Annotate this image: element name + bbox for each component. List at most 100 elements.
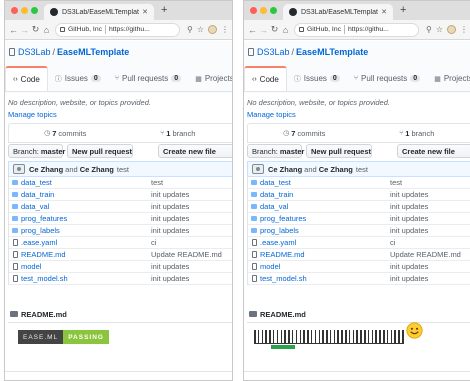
repo-name-link[interactable]: EaseMLTemplate bbox=[57, 47, 129, 57]
file-name-link[interactable]: README.md bbox=[260, 250, 390, 259]
file-name-link[interactable]: .ease.yaml bbox=[21, 238, 151, 247]
table-row[interactable]: README.md Update README.md bbox=[9, 249, 232, 261]
new-pull-request-button[interactable]: New pull request bbox=[67, 144, 133, 158]
close-window-button[interactable] bbox=[11, 7, 18, 14]
file-name-link[interactable]: .ease.yaml bbox=[260, 238, 390, 247]
table-row[interactable]: test_model.sh init updates bbox=[248, 273, 470, 285]
new-tab-button[interactable]: + bbox=[161, 4, 167, 16]
tab-code[interactable]: ‹› Code bbox=[5, 66, 48, 91]
commit-author[interactable]: Ce Zhang bbox=[29, 165, 63, 174]
file-commit-message[interactable]: init updates bbox=[390, 262, 470, 271]
file-commit-message[interactable]: test bbox=[151, 178, 232, 187]
tab-close-icon[interactable]: ✕ bbox=[142, 8, 148, 16]
new-tab-button[interactable]: + bbox=[400, 4, 406, 16]
search-icon[interactable]: ⚲ bbox=[187, 25, 193, 34]
table-row[interactable]: prog_features init updates bbox=[248, 213, 470, 225]
commit-author[interactable]: Ce Zhang bbox=[268, 165, 302, 174]
home-icon[interactable]: ⌂ bbox=[280, 25, 291, 35]
table-row[interactable]: data_val init updates bbox=[248, 201, 470, 213]
table-row[interactable]: data_test test bbox=[9, 177, 232, 189]
commit-message[interactable]: test bbox=[356, 165, 368, 174]
arrow-right-icon[interactable]: → bbox=[19, 25, 30, 35]
table-row[interactable]: README.md Update README.md bbox=[248, 249, 470, 261]
table-row[interactable]: data_train init updates bbox=[9, 189, 232, 201]
repo-name-link[interactable]: EaseMLTemplate bbox=[296, 47, 368, 57]
tab-projects[interactable]: ▦ Projects bbox=[188, 66, 232, 91]
tab-close-icon[interactable]: ✕ bbox=[381, 8, 387, 16]
minimize-window-button[interactable] bbox=[21, 7, 28, 14]
commit-coauthor[interactable]: Ce Zhang bbox=[319, 165, 353, 174]
arrow-left-icon[interactable]: ← bbox=[8, 25, 19, 35]
commits-link[interactable]: ◷ 7 commits bbox=[248, 129, 361, 138]
branch-select-button[interactable]: Branch: master ▼ bbox=[8, 144, 72, 158]
file-commit-message[interactable]: init updates bbox=[390, 226, 470, 235]
arrow-right-icon[interactable]: → bbox=[258, 25, 269, 35]
file-commit-message[interactable]: init updates bbox=[390, 202, 470, 211]
file-commit-message[interactable]: init updates bbox=[151, 274, 232, 283]
manage-topics-link[interactable]: Manage topics bbox=[247, 110, 296, 119]
table-row[interactable]: data_test test bbox=[248, 177, 470, 189]
file-commit-message[interactable]: init updates bbox=[390, 190, 470, 199]
close-window-button[interactable] bbox=[250, 7, 257, 14]
kebab-menu-icon[interactable]: ⋮ bbox=[221, 25, 229, 34]
avatar[interactable] bbox=[252, 164, 264, 174]
tab-issues[interactable]: ⓘ Issues 0 bbox=[48, 66, 108, 91]
file-commit-message[interactable]: test bbox=[390, 178, 470, 187]
tab-pull-requests[interactable]: ⑂ Pull requests 0 bbox=[108, 66, 188, 91]
file-name-link[interactable]: prog_labels bbox=[260, 226, 390, 235]
file-name-link[interactable]: prog_features bbox=[21, 214, 151, 223]
table-row[interactable]: prog_labels init updates bbox=[9, 225, 232, 237]
file-name-link[interactable]: model bbox=[21, 262, 151, 271]
file-commit-message[interactable]: init updates bbox=[390, 274, 470, 283]
table-row[interactable]: prog_features init updates bbox=[9, 213, 232, 225]
search-icon[interactable]: ⚲ bbox=[426, 25, 432, 34]
address-bar[interactable]: GitHub, Inc https://githu... bbox=[55, 22, 180, 37]
file-name-link[interactable]: data_test bbox=[260, 178, 390, 187]
table-row[interactable]: model init updates bbox=[248, 261, 470, 273]
file-name-link[interactable]: prog_features bbox=[260, 214, 390, 223]
extension-icon[interactable] bbox=[208, 25, 217, 34]
avatar[interactable] bbox=[13, 164, 25, 174]
manage-topics-link[interactable]: Manage topics bbox=[8, 110, 57, 119]
file-name-link[interactable]: test_model.sh bbox=[21, 274, 151, 283]
home-icon[interactable]: ⌂ bbox=[41, 25, 52, 35]
branch-select-button[interactable]: Branch: master ▼ bbox=[247, 144, 311, 158]
browser-tab[interactable]: DS3Lab/EaseMLTemplate ✕ bbox=[283, 4, 393, 20]
create-new-file-button[interactable]: Create new file bbox=[158, 144, 232, 158]
file-commit-message[interactable]: ci bbox=[151, 238, 232, 247]
table-row[interactable]: model init updates bbox=[9, 261, 232, 273]
tab-issues[interactable]: ⓘ Issues 0 bbox=[287, 66, 347, 91]
file-name-link[interactable]: test_model.sh bbox=[260, 274, 390, 283]
file-name-link[interactable]: data_train bbox=[260, 190, 390, 199]
tab-code[interactable]: ‹› Code bbox=[244, 66, 287, 91]
file-commit-message[interactable]: init updates bbox=[151, 226, 232, 235]
file-name-link[interactable]: data_val bbox=[260, 202, 390, 211]
file-name-link[interactable]: prog_labels bbox=[21, 226, 151, 235]
kebab-menu-icon[interactable]: ⋮ bbox=[460, 25, 468, 34]
file-commit-message[interactable]: init updates bbox=[151, 214, 232, 223]
table-row[interactable]: data_val init updates bbox=[9, 201, 232, 213]
branches-link[interactable]: ⑂ 1 branch bbox=[122, 129, 233, 138]
star-icon[interactable]: ☆ bbox=[436, 25, 443, 34]
tab-pull-requests[interactable]: ⑂ Pull requests 0 bbox=[347, 66, 427, 91]
tab-projects[interactable]: ▦ Projects bbox=[427, 66, 470, 91]
commit-message[interactable]: test bbox=[117, 165, 129, 174]
extension-icon[interactable] bbox=[447, 25, 456, 34]
new-pull-request-button[interactable]: New pull request bbox=[306, 144, 372, 158]
maximize-window-button[interactable] bbox=[270, 7, 277, 14]
repo-owner-link[interactable]: DS3Lab bbox=[18, 47, 51, 57]
table-row[interactable]: .ease.yaml ci bbox=[248, 237, 470, 249]
file-commit-message[interactable]: init updates bbox=[151, 190, 232, 199]
create-new-file-button[interactable]: Create new file bbox=[397, 144, 470, 158]
table-row[interactable]: .ease.yaml ci bbox=[9, 237, 232, 249]
maximize-window-button[interactable] bbox=[31, 7, 38, 14]
file-commit-message[interactable]: init updates bbox=[390, 214, 470, 223]
file-name-link[interactable]: model bbox=[260, 262, 390, 271]
table-row[interactable]: data_train init updates bbox=[248, 189, 470, 201]
repo-owner-link[interactable]: DS3Lab bbox=[257, 47, 290, 57]
file-name-link[interactable]: data_val bbox=[21, 202, 151, 211]
browser-tab[interactable]: DS3Lab/EaseMLTemplate ✕ bbox=[44, 4, 154, 20]
commit-coauthor[interactable]: Ce Zhang bbox=[80, 165, 114, 174]
file-commit-message[interactable]: Update README.md bbox=[390, 250, 470, 259]
table-row[interactable]: prog_labels init updates bbox=[248, 225, 470, 237]
